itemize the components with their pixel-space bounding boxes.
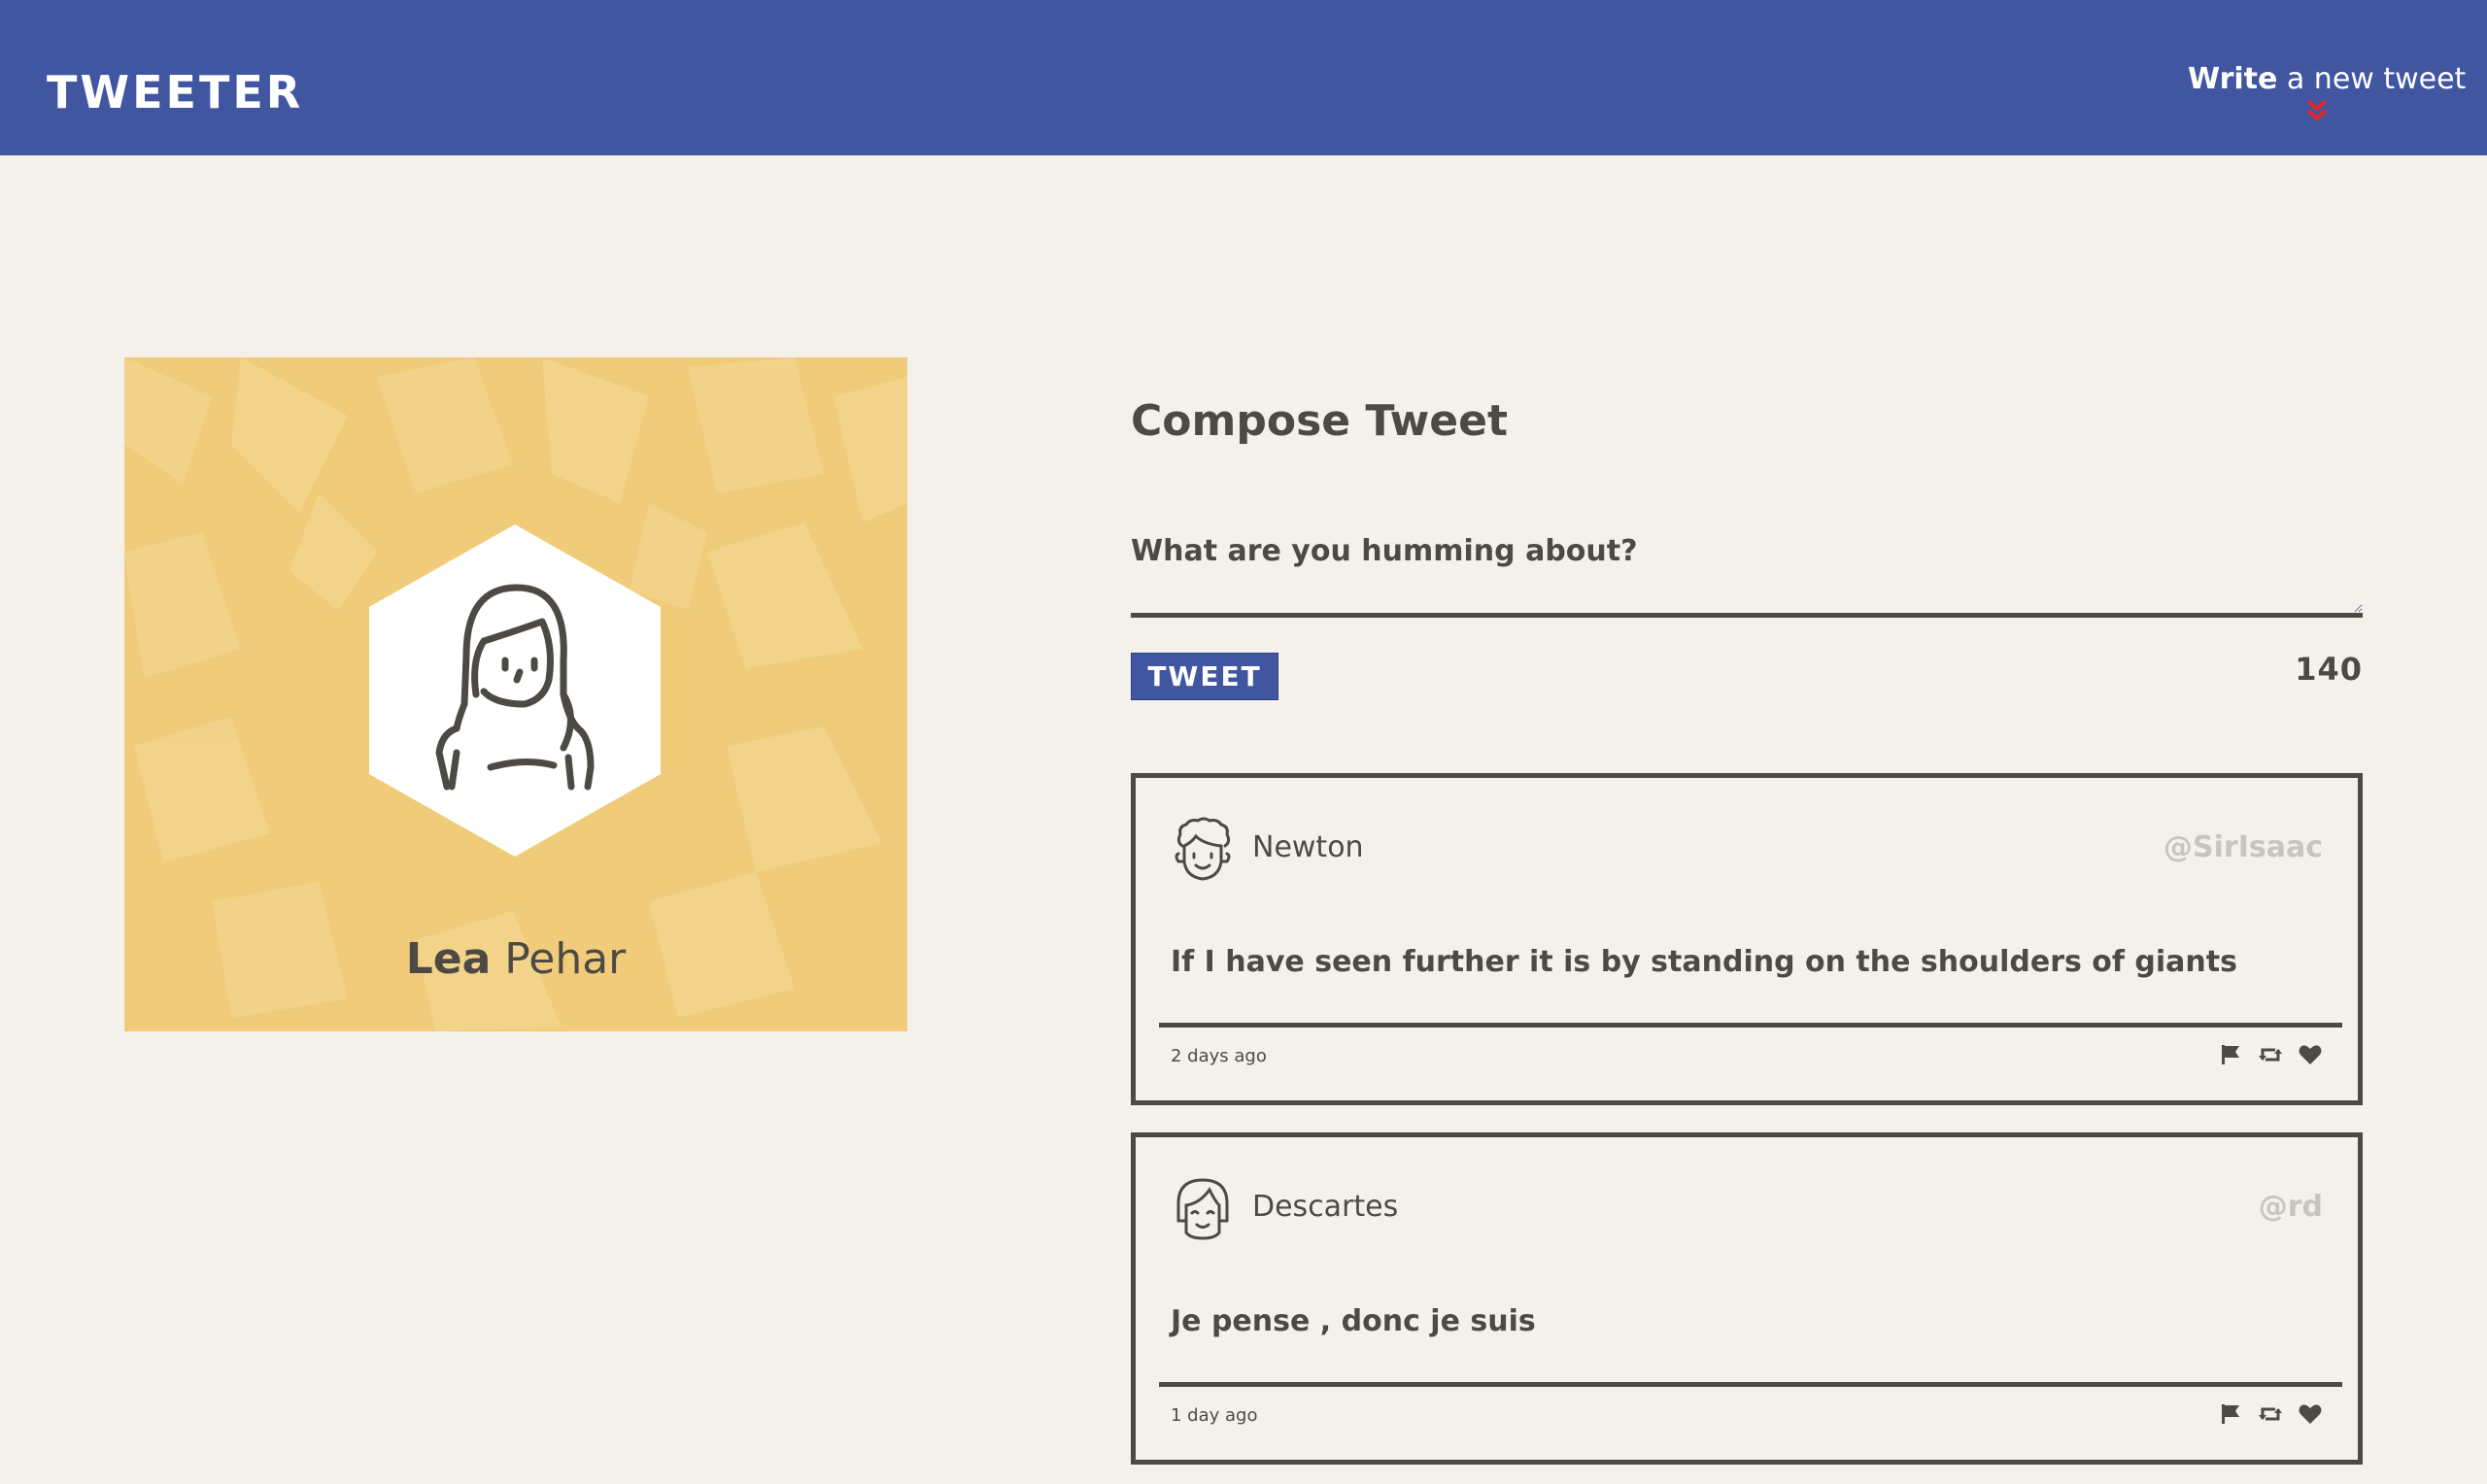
tweet-content: Je pense , donc je suis <box>1171 1304 1536 1338</box>
compose-title: Compose Tweet <box>1131 396 1508 446</box>
woman-avatar-icon <box>369 524 661 857</box>
write-new-tweet-label[interactable]: Write a new tweet <box>2188 60 2466 99</box>
tweet-content: If I have seen further it is by standing… <box>1171 945 2237 979</box>
profile-last-name: Pehar <box>491 934 627 984</box>
write-new-tweet-toggle[interactable]: Write a new tweet <box>2188 60 2466 128</box>
character-counter: 140 <box>2295 651 2363 688</box>
flag-icon[interactable] <box>2218 1042 2243 1067</box>
retweet-icon[interactable] <box>2258 1401 2283 1427</box>
write-label-rest: a new tweet <box>2277 62 2467 96</box>
tweet-text-input[interactable] <box>1131 530 2363 618</box>
top-nav: TWEETER Write a new tweet <box>0 0 2487 155</box>
bob-hair-avatar-icon <box>1176 1178 1229 1240</box>
tweet-timestamp: 1 day ago <box>1171 1405 1258 1426</box>
profile-first-name: Lea <box>405 934 492 984</box>
flag-icon[interactable] <box>2218 1401 2243 1427</box>
tweet-card: Newton @SirIsaac If I have seen further … <box>1131 773 2363 1105</box>
heart-icon[interactable] <box>2298 1401 2323 1427</box>
tweet-author-name[interactable]: Newton <box>1252 830 1364 864</box>
tweet-author-name[interactable]: Descartes <box>1252 1190 1398 1224</box>
tweet-author-handle[interactable]: @rd <box>2259 1190 2323 1224</box>
chevron-double-down-icon[interactable] <box>2302 97 2332 126</box>
tweet-actions <box>2208 1042 2323 1069</box>
tweet-card: Descartes @rd Je pense , donc je suis 1 … <box>1131 1132 2363 1465</box>
tweet-submit-button[interactable]: TWEET <box>1131 653 1278 700</box>
write-label-bold: Write <box>2188 62 2278 96</box>
heart-icon[interactable] <box>2298 1042 2323 1067</box>
retweet-icon[interactable] <box>2258 1042 2283 1067</box>
tweet-timestamp: 2 days ago <box>1171 1046 1267 1066</box>
tweet-divider <box>1159 1023 2342 1028</box>
tweet-divider <box>1159 1382 2342 1387</box>
tweet-author-handle[interactable]: @SirIsaac <box>2163 830 2323 864</box>
tweet-actions <box>2208 1401 2323 1429</box>
brand-logo[interactable]: TWEETER <box>47 70 303 115</box>
profile-name: Lea Pehar <box>124 934 907 984</box>
curly-hair-avatar-icon <box>1175 817 1231 881</box>
profile-card: Lea Pehar <box>124 357 907 1031</box>
